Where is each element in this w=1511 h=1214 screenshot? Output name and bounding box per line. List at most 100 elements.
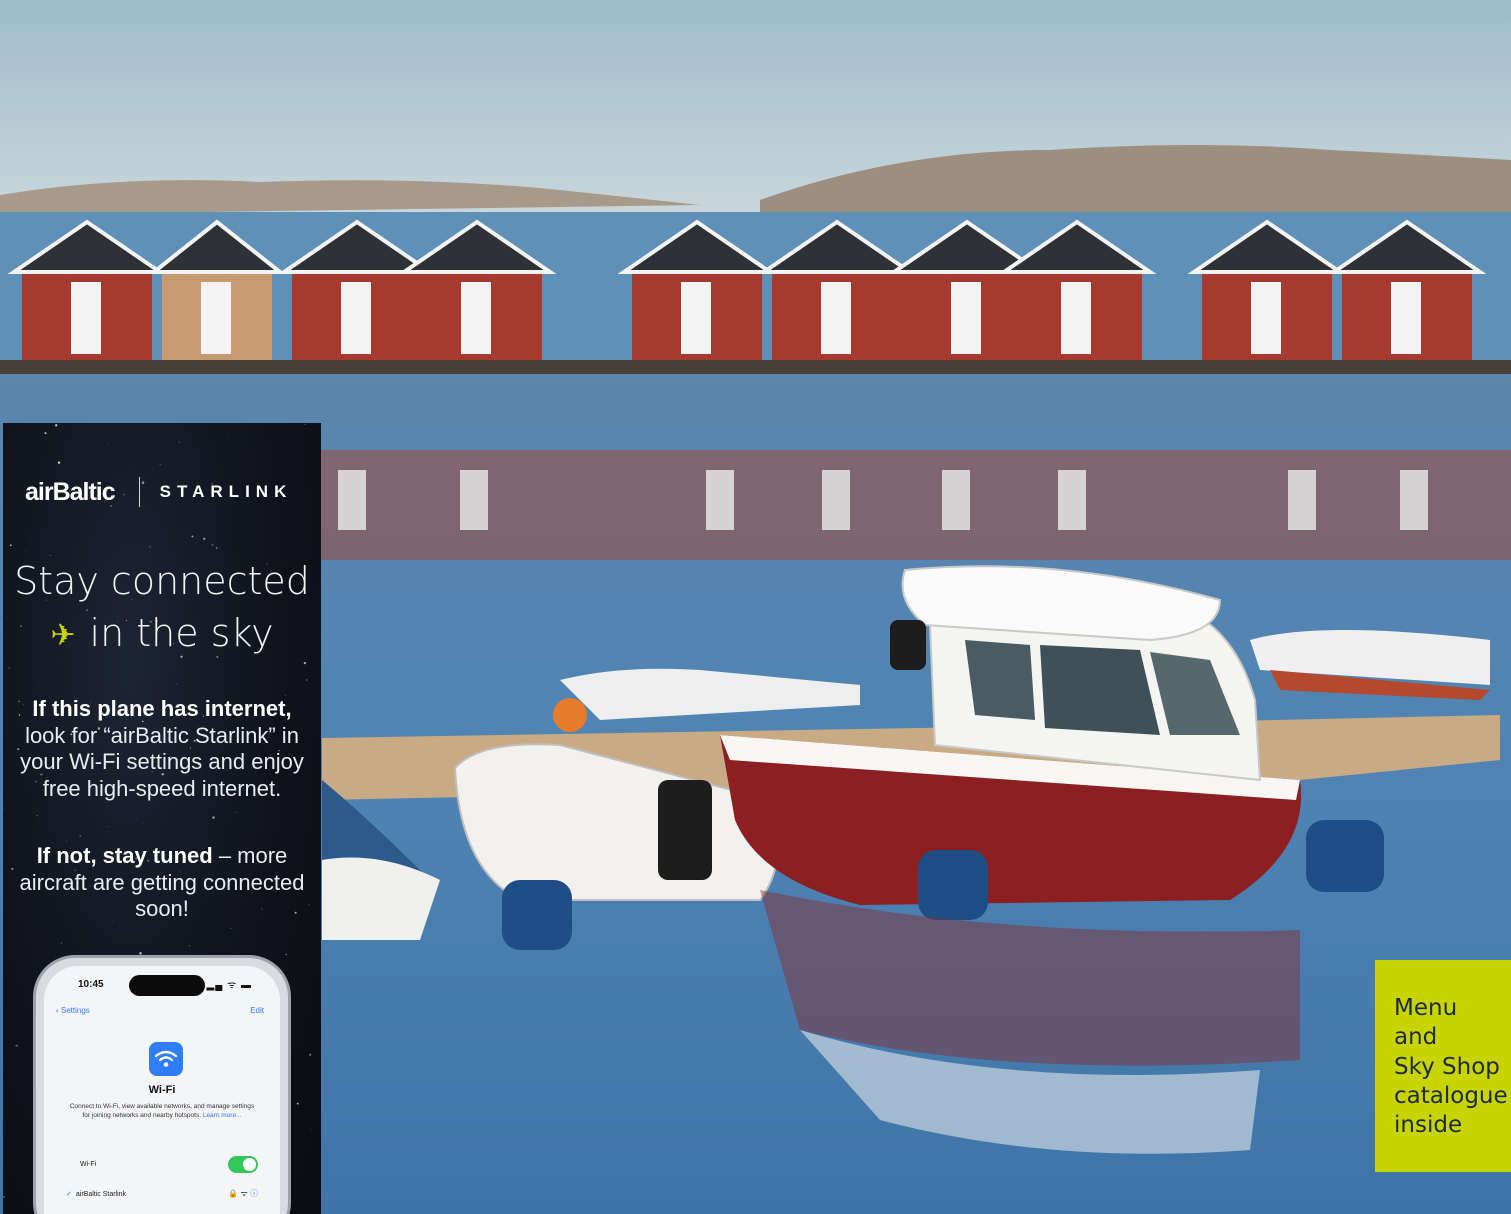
info-icon: ⓘ [250, 1189, 258, 1198]
star [254, 530, 255, 532]
boathouse-door [821, 282, 851, 354]
star [149, 546, 151, 548]
star [303, 661, 307, 665]
star [66, 839, 68, 841]
star [3, 1196, 6, 1198]
menu-skyshop-badge: Menu and Sky Shop catalogue inside [1375, 960, 1511, 1172]
lock-wifi-icons: 🔒 ᯤ [228, 1189, 248, 1198]
star [230, 928, 232, 930]
star [38, 682, 40, 683]
star [56, 452, 57, 453]
boathouse-door [461, 282, 491, 354]
airbaltic-logo: airBaltic [25, 477, 116, 506]
edit-link: Edit [250, 1006, 264, 1015]
star [27, 1119, 28, 1121]
phone-mockup: 10:45 ▂▄ ᯤ ▬ ‹ Settings Edit Wi-Fi Conne… [33, 955, 291, 1214]
starlink-logo: STARLINK [159, 482, 293, 501]
star [9, 544, 12, 547]
network-status-icons: 🔒 ᯤ ⓘ [228, 1188, 258, 1199]
wifi-description: Connect to Wi-Fi, view available network… [66, 1102, 258, 1120]
star [55, 424, 58, 427]
phone-screen: 10:45 ▂▄ ᯤ ▬ ‹ Settings Edit Wi-Fi Conne… [44, 966, 280, 1214]
promo-headline: Stay connected ✈ in the sky [3, 555, 321, 662]
headline-line-2-text: in the sky [89, 611, 274, 655]
door-reflection [1400, 470, 1428, 530]
brand-divider [138, 477, 140, 507]
network-row: ✓ airBaltic Starlink [66, 1190, 126, 1198]
star [304, 423, 306, 426]
star [308, 1053, 312, 1057]
boathouse-door [1251, 282, 1281, 354]
door-reflection [942, 470, 970, 530]
star [285, 953, 287, 956]
dynamic-island [129, 975, 205, 996]
wifi-glyph [155, 1050, 177, 1067]
starlink-promo-panel: airBaltic STARLINK Stay connected ✈ in th… [3, 423, 321, 1214]
status-icons: ▂▄ ᯤ ▬ [206, 980, 252, 991]
learn-more-link: Learn more... [202, 1112, 242, 1119]
badge-line: Sky Shop [1394, 1053, 1500, 1080]
checkmark-icon: ✓ [66, 1191, 72, 1198]
star [79, 834, 82, 837]
door-reflection [822, 470, 850, 530]
wifi-toggle [228, 1156, 258, 1173]
star [61, 942, 62, 944]
star [235, 811, 237, 813]
star [8, 667, 10, 669]
badge-line: catalogue [1394, 1082, 1508, 1109]
stay-tuned-lead: If not, stay tuned [36, 843, 213, 868]
door-reflection [460, 470, 488, 530]
door-reflection [338, 470, 366, 530]
star [143, 823, 145, 824]
stay-tuned-paragraph: If not, stay tuned – more aircraft are g… [13, 843, 311, 923]
boathouse-door [1391, 282, 1421, 354]
settings-back-link: ‹ Settings [56, 1006, 90, 1015]
star [15, 1044, 18, 1048]
star [306, 679, 308, 681]
boathouse-door [681, 282, 711, 354]
settings-back-label: Settings [60, 1006, 90, 1015]
star [159, 463, 161, 465]
boathouse-door [71, 282, 101, 354]
wifi-icon [149, 1042, 183, 1076]
star [57, 461, 61, 464]
boathouse-door [341, 282, 371, 354]
internet-available-text: look for “airBaltic Starlink” in your Wi… [20, 722, 304, 801]
door-reflection [1288, 470, 1316, 530]
star [36, 815, 38, 817]
star [107, 826, 108, 827]
badge-line: Menu [1394, 995, 1458, 1021]
internet-available-lead: If this plane has internet, [32, 696, 292, 721]
badge-line: and [1394, 1024, 1438, 1051]
network-name: airBaltic Starlink [75, 1191, 127, 1198]
star [211, 543, 214, 546]
airplane-icon: ✈ [50, 618, 76, 653]
badge-line: inside [1394, 1112, 1463, 1139]
star [107, 444, 109, 446]
status-time: 10:45 [78, 979, 104, 990]
boathouse-door [201, 282, 231, 354]
star [215, 547, 218, 549]
star [3, 807, 4, 810]
boathouse-door [1061, 282, 1091, 354]
star [44, 432, 47, 435]
headline-line-2: ✈ in the sky [3, 607, 321, 662]
star [188, 945, 191, 947]
star [226, 434, 228, 435]
star [203, 537, 206, 540]
star [28, 536, 30, 538]
star [191, 535, 194, 538]
internet-available-paragraph: If this plane has internet, look for “ai… [13, 696, 311, 802]
wifi-settings-title: Wi-Fi [148, 1084, 176, 1096]
star [310, 1129, 312, 1131]
headline-line-1: Stay connected [14, 559, 310, 603]
door-reflection [706, 470, 734, 530]
brand-lockup: airBaltic STARLINK [25, 475, 305, 509]
star [178, 441, 180, 443]
wifi-row-label: Wi-Fi [80, 1161, 97, 1168]
star [212, 816, 215, 819]
door-reflection [1058, 470, 1086, 530]
star [176, 683, 178, 685]
star [296, 1102, 299, 1105]
star [25, 550, 26, 551]
